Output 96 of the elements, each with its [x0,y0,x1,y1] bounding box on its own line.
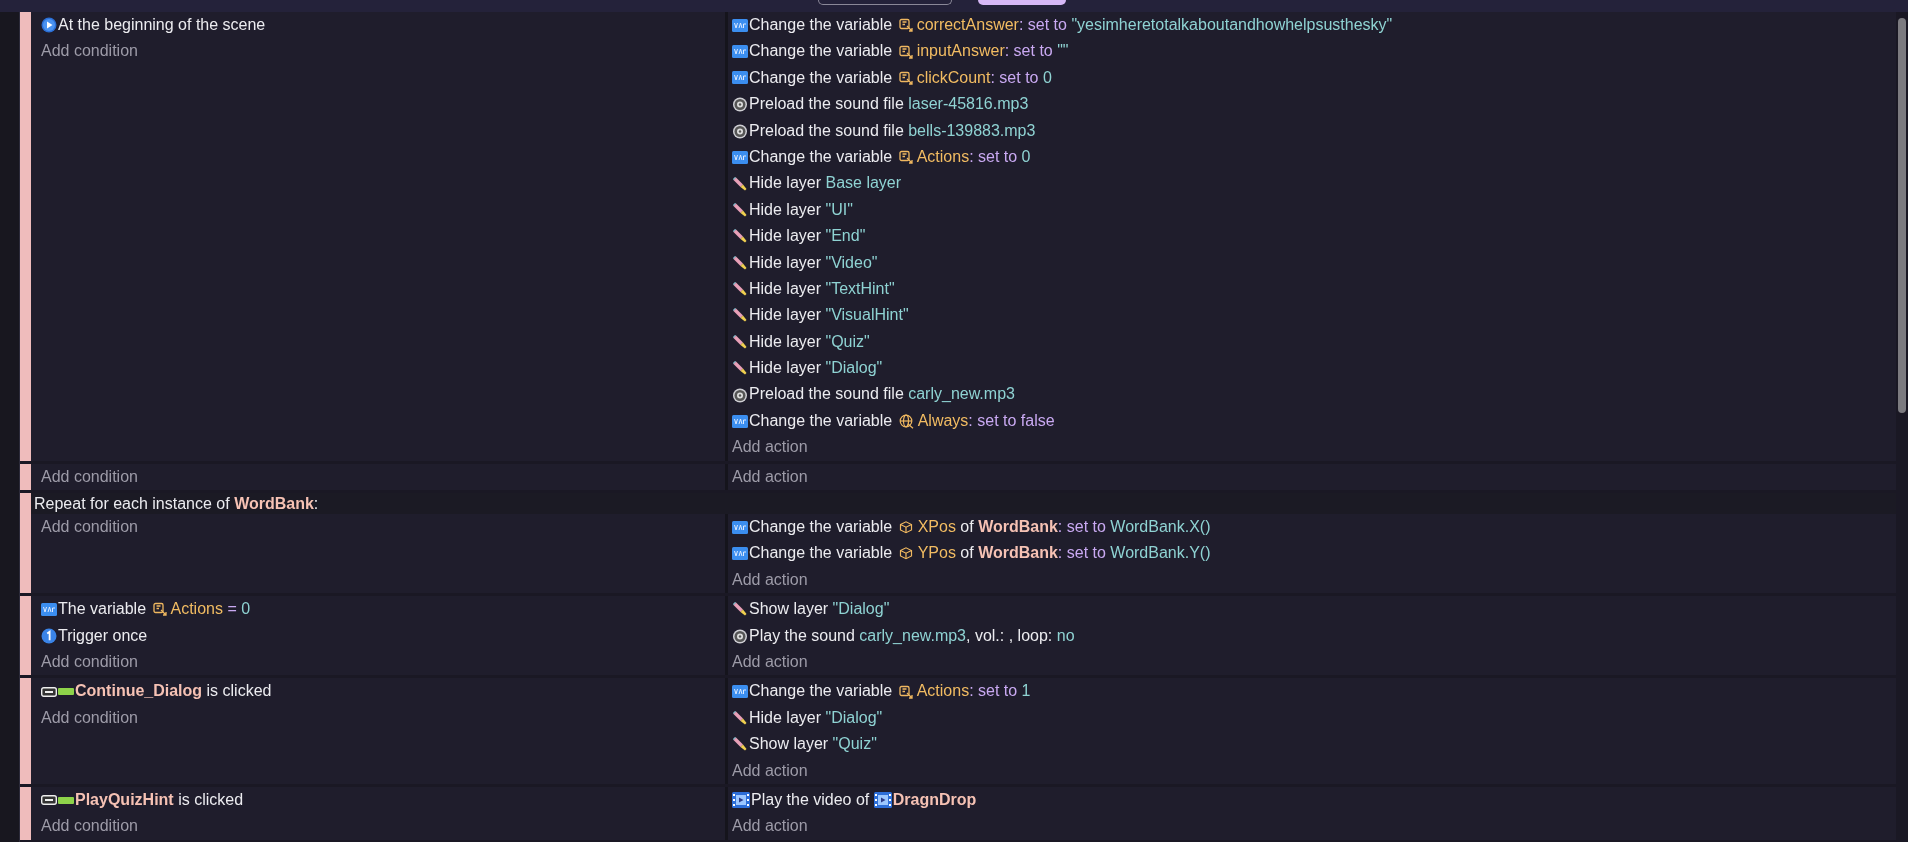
globe-icon [898,413,914,429]
instruction-text: Show layer "Dialog" [749,599,890,620]
speaker-icon [732,96,748,113]
instruction-text: Change the variable [749,410,894,431]
add-action-link[interactable]: Add action [732,434,808,461]
button-icon [41,686,57,697]
cube-icon [898,519,914,535]
instruction-text: Play the sound carly_new.mp3, vol.: , loop: no [749,625,1075,646]
variable-scope-icon [898,18,913,33]
instruction-text: Preload the sound file carly_new.mp3 [749,384,1015,405]
add-condition-link[interactable]: Add condition [41,463,138,491]
instruction-text: Actions: set to 0 [916,146,1031,167]
add-action-link[interactable]: Add action [732,813,808,840]
pencil-icon [732,254,748,271]
instruction-text: PlayQuizHint is clicked [75,789,244,810]
pencil-icon [732,228,748,245]
film-icon [873,792,892,809]
instruction-text: XPos of WordBank: set to WordBank.X() [917,517,1211,538]
instruction-text: Actions = 0 [170,599,251,620]
instruction-text: DragnDrop [892,789,977,810]
pencil-icon [732,175,748,192]
instruction-text: Change the variable [749,681,894,702]
instruction-text: Hide layer "Dialog" [749,707,883,728]
pencil-icon [732,201,748,218]
variable-icon [732,685,748,699]
instruction-text: Preload the sound file bells-139883.mp3 [749,120,1036,141]
variable-scope-icon [152,602,167,617]
instruction-text: Change the variable [749,146,894,167]
variable-scope-icon [898,70,913,85]
variable-scope-icon [898,684,913,699]
repeat-text: Repeat for each instance of WordBank: [34,494,319,515]
variable-icon [732,45,748,59]
instruction-text: Change the variable [749,41,894,62]
object-thumbnail-icon [58,688,74,696]
play-icon [41,17,57,34]
speaker-icon [732,386,748,403]
instruction-text: Hide layer "UI" [749,199,853,220]
pencil-icon [732,307,748,324]
instruction-text: clickCount: set to 0 [916,67,1052,88]
instruction-text: Play the video of [751,789,871,810]
variable-icon [732,71,748,85]
instruction-text: YPos of WordBank: set to WordBank.Y() [917,543,1211,564]
pencil-icon [732,736,748,753]
variable-icon [732,414,748,428]
instruction-text: At the beginning of the scene [58,15,266,35]
instruction-text: Actions: set to 1 [916,681,1031,702]
add-action-link[interactable]: Add action [732,566,808,594]
object-thumbnail-icon [58,796,74,804]
add-condition-link[interactable]: Add condition [41,704,138,732]
speaker-icon [732,627,748,644]
add-condition-link[interactable]: Add condition [41,813,138,840]
variable-icon [732,150,748,164]
instruction-text: Change the variable [749,517,894,538]
instruction-text: correctAnswer: set to "yesimheretotalkaboutandhowhelpsusthesky" [916,15,1393,35]
pencil-icon [732,601,748,618]
variable-icon [732,547,748,561]
instruction-text: Hide layer "End" [749,226,866,247]
add-action-link[interactable]: Add action [732,757,808,784]
instruction-text: Hide layer "TextHint" [749,278,895,299]
instruction-text: Continue_Dialog is clicked [75,681,272,702]
instruction-text: Hide layer "Video" [749,252,878,273]
number-one-icon [41,627,57,644]
instruction-text: Hide layer "Dialog" [749,358,883,379]
variable-icon [732,520,748,534]
film-icon [732,792,750,809]
scrollbar-thumb[interactable] [1898,18,1906,413]
instruction-text: Hide layer "VisualHint" [749,305,909,326]
variable-scope-icon [898,44,913,59]
instruction-text: The variable [58,599,148,620]
pencil-icon [732,360,748,377]
instruction-text: Hide layer "Quiz" [749,331,870,352]
event-bar[interactable] [20,463,31,491]
variable-icon [732,18,748,32]
instruction-text: Hide layer Base layer [749,173,902,194]
pencil-icon [732,709,748,726]
add-condition-link[interactable]: Add condition [41,649,138,676]
instruction-text: Show layer "Quiz" [749,734,877,755]
add-condition-link[interactable]: Add condition [41,514,138,541]
instruction-text: Trigger once [58,625,148,646]
pencil-icon [732,281,748,298]
cube-icon [898,546,914,562]
variable-icon [41,602,57,616]
pencil-icon [732,333,748,350]
add-condition-link[interactable]: Add condition [41,38,138,65]
instruction-text: Change the variable [749,543,894,564]
toolbar-button[interactable] [978,0,1066,5]
variable-scope-icon [898,150,913,165]
instruction-text: Change the variable [749,67,894,88]
button-icon [41,795,57,806]
speaker-icon [732,122,748,139]
add-action-link[interactable]: Add action [732,649,808,676]
instruction-text: Always: set to false [917,410,1055,431]
instruction-text: Preload the sound file laser-45816.mp3 [749,94,1029,115]
add-action-link[interactable]: Add action [732,463,808,491]
instruction-text: Change the variable [749,15,894,35]
instruction-text: inputAnswer: set to "" [916,41,1069,62]
